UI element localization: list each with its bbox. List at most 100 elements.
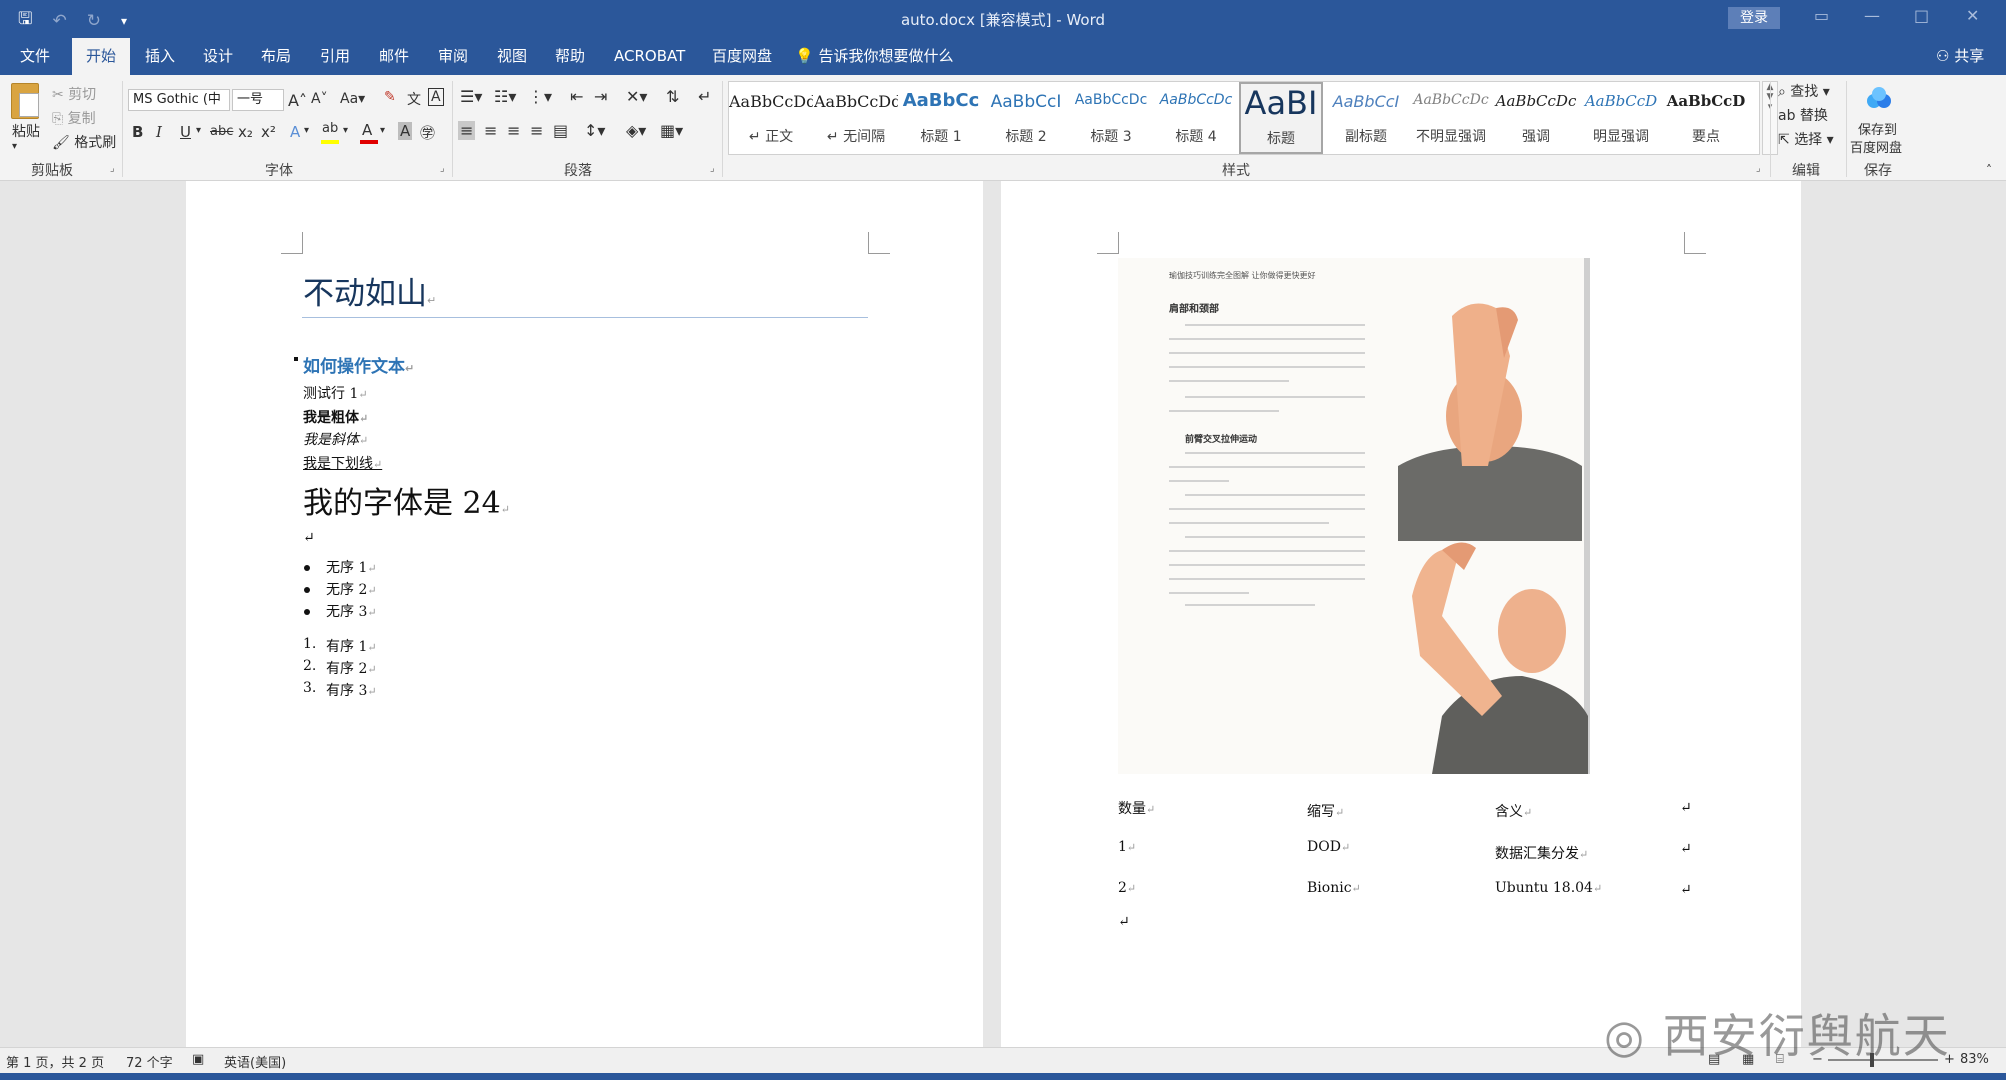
table-cell[interactable]: 2↵	[1118, 880, 1136, 896]
style-subtitle[interactable]: AaBbCcI 副标题	[1324, 82, 1408, 154]
style-title[interactable]: AaBI 标题	[1239, 82, 1323, 154]
find-button[interactable]: ⌕ 查找 ▾	[1778, 81, 1830, 101]
style-subtle-emphasis[interactable]: AaBbCcDc 不明显强调	[1409, 82, 1493, 154]
multilevel-list-icon[interactable]: ⋮▾	[528, 87, 552, 106]
save-to-baidu-button[interactable]: 保存到	[1858, 119, 1897, 138]
select-button[interactable]: ⇱ 选择 ▾	[1778, 129, 1834, 149]
line-spacing-icon[interactable]: ↕▾	[584, 121, 605, 140]
list-item[interactable]: 无序 2↵	[326, 579, 377, 599]
enclose-character-icon[interactable]: ㊫	[420, 122, 435, 143]
login-button[interactable]: 登录	[1728, 7, 1780, 29]
bold-button[interactable]: B	[132, 123, 143, 141]
style-no-spacing[interactable]: AaBbCcDd ↵ 无间隔	[814, 82, 898, 154]
style-heading-4[interactable]: AaBbCcDc 标题 4	[1154, 82, 1238, 154]
paragraph-launcher-icon[interactable]: ⌟	[710, 163, 715, 174]
distributed-icon[interactable]: ▤	[553, 121, 568, 140]
shading-icon[interactable]: ◈▾	[626, 121, 646, 140]
tell-me-box[interactable]: 💡 告诉我你想要做什么	[795, 38, 953, 75]
tab-design[interactable]: 设计	[203, 38, 233, 75]
subscript-button[interactable]: x₂	[238, 123, 253, 141]
tab-insert[interactable]: 插入	[145, 38, 175, 75]
language-indicator[interactable]: 英语(美国)	[224, 1052, 286, 1071]
list-item[interactable]: 有序 3↵	[326, 680, 377, 700]
paragraph-font-24[interactable]: 我的字体是 24↵	[303, 478, 510, 522]
document-title[interactable]: 不动如山↵	[303, 268, 436, 313]
table-cell[interactable]: 1↵	[1118, 839, 1136, 855]
paste-dropdown-icon[interactable]: ▾	[12, 141, 17, 152]
tab-review[interactable]: 审阅	[438, 38, 468, 75]
borders-icon[interactable]: ▦▾	[660, 121, 683, 140]
table-cell[interactable]: Bionic↵	[1307, 880, 1361, 896]
zoom-level[interactable]: 83%	[1960, 1052, 1989, 1067]
tab-mailings[interactable]: 邮件	[379, 38, 409, 75]
tab-file[interactable]: 文件	[20, 38, 50, 75]
chinese-layout-icon[interactable]: ✕▾	[626, 87, 647, 106]
paragraph-italic[interactable]: 我是斜体↵	[303, 429, 368, 449]
grow-font-icon[interactable]: A˄	[288, 91, 307, 110]
replace-button[interactable]: ab 替换	[1778, 105, 1828, 125]
paragraph-underline[interactable]: 我是下划线↵	[303, 453, 382, 473]
list-item[interactable]: 无序 1↵	[326, 557, 377, 577]
paste-button[interactable]: 粘贴	[12, 121, 40, 141]
style-intense-emphasis[interactable]: AaBbCcD 明显强调	[1579, 82, 1663, 154]
font-name-box[interactable]: MS Gothic (中	[128, 89, 230, 111]
paragraph-bold[interactable]: 我是粗体↵	[303, 407, 368, 427]
tab-home[interactable]: 开始	[72, 38, 131, 75]
empty-paragraph[interactable]: ↵	[303, 530, 315, 546]
minimize-icon[interactable]: —	[1864, 6, 1880, 25]
align-right-icon[interactable]: ≡	[507, 121, 520, 140]
page-count[interactable]: 第 1 页，共 2 页	[6, 1052, 104, 1071]
style-normal[interactable]: AaBbCcDd ↵ 正文	[729, 82, 813, 154]
close-icon[interactable]: ✕	[1966, 6, 1979, 25]
paragraph-test-line[interactable]: 测试行 1↵	[303, 383, 368, 403]
decrease-indent-icon[interactable]: ⇤	[570, 87, 583, 106]
align-center-icon[interactable]: ≡	[484, 121, 497, 140]
cut-button[interactable]: ✂ 剪切	[52, 84, 96, 104]
share-button[interactable]: ⚇ 共享	[1936, 38, 1984, 75]
shrink-font-icon[interactable]: A˅	[311, 91, 328, 107]
styles-launcher-icon[interactable]: ⌟	[1756, 163, 1761, 174]
save-to-baidu-button-line2[interactable]: 百度网盘	[1850, 137, 1902, 156]
table-cell[interactable]: 数据汇集分发↵	[1495, 843, 1588, 863]
proofing-icon[interactable]: ▣	[192, 1052, 204, 1067]
highlight-dropdown-icon[interactable]: ▾	[343, 125, 348, 136]
table-header-cell[interactable]: 缩写↵	[1307, 801, 1344, 821]
ribbon-display-icon[interactable]: ▭	[1814, 6, 1829, 25]
underline-button[interactable]: U	[180, 123, 191, 141]
tab-acrobat[interactable]: ACROBAT	[614, 38, 685, 75]
maximize-icon[interactable]: □	[1914, 6, 1929, 25]
tab-layout[interactable]: 布局	[261, 38, 291, 75]
font-color-button[interactable]: A	[362, 121, 372, 139]
justify-icon[interactable]: ≡	[530, 121, 543, 140]
tab-references[interactable]: 引用	[320, 38, 350, 75]
table-cell[interactable]: DOD↵	[1307, 839, 1350, 855]
font-color-dropdown-icon[interactable]: ▾	[380, 125, 385, 136]
heading-1[interactable]: 如何操作文本↵	[303, 352, 414, 377]
show-marks-icon[interactable]: ↵	[698, 87, 711, 106]
table-header-cell[interactable]: 含义↵	[1495, 801, 1532, 821]
sort-icon[interactable]: ⇅	[666, 87, 679, 106]
increase-indent-icon[interactable]: ⇥	[594, 87, 607, 106]
tab-baidu-netdisk[interactable]: 百度网盘	[712, 38, 772, 75]
italic-button[interactable]: I	[156, 123, 162, 141]
superscript-button[interactable]: x²	[261, 123, 276, 141]
strikethrough-button[interactable]: abc	[210, 124, 233, 139]
style-heading-1[interactable]: AaBbCc 标题 1	[899, 82, 983, 154]
list-item[interactable]: 有序 1↵	[326, 636, 377, 656]
style-heading-3[interactable]: AaBbCcDc 标题 3	[1069, 82, 1153, 154]
table-header-cell[interactable]: 数量↵	[1118, 798, 1155, 818]
empty-paragraph[interactable]: ↵	[1118, 914, 1130, 930]
character-shading-icon[interactable]: A	[398, 122, 413, 140]
text-effects-dropdown-icon[interactable]: ▾	[304, 125, 309, 136]
tab-help[interactable]: 帮助	[555, 38, 585, 75]
style-heading-2[interactable]: AaBbCcI 标题 2	[984, 82, 1068, 154]
list-item[interactable]: 无序 3↵	[326, 601, 377, 621]
text-effects-icon[interactable]: A	[290, 123, 300, 141]
phonetic-guide-icon[interactable]: 文	[407, 89, 421, 109]
collapse-ribbon-icon[interactable]: ˄	[1986, 163, 1992, 177]
style-emphasis[interactable]: AaBbCcDc 强调	[1494, 82, 1578, 154]
change-case-icon[interactable]: Aa▾	[340, 91, 365, 107]
list-item[interactable]: 有序 2↵	[326, 658, 377, 678]
table-cell[interactable]: Ubuntu 18.04↵	[1495, 880, 1602, 896]
underline-dropdown-icon[interactable]: ▾	[196, 125, 201, 136]
